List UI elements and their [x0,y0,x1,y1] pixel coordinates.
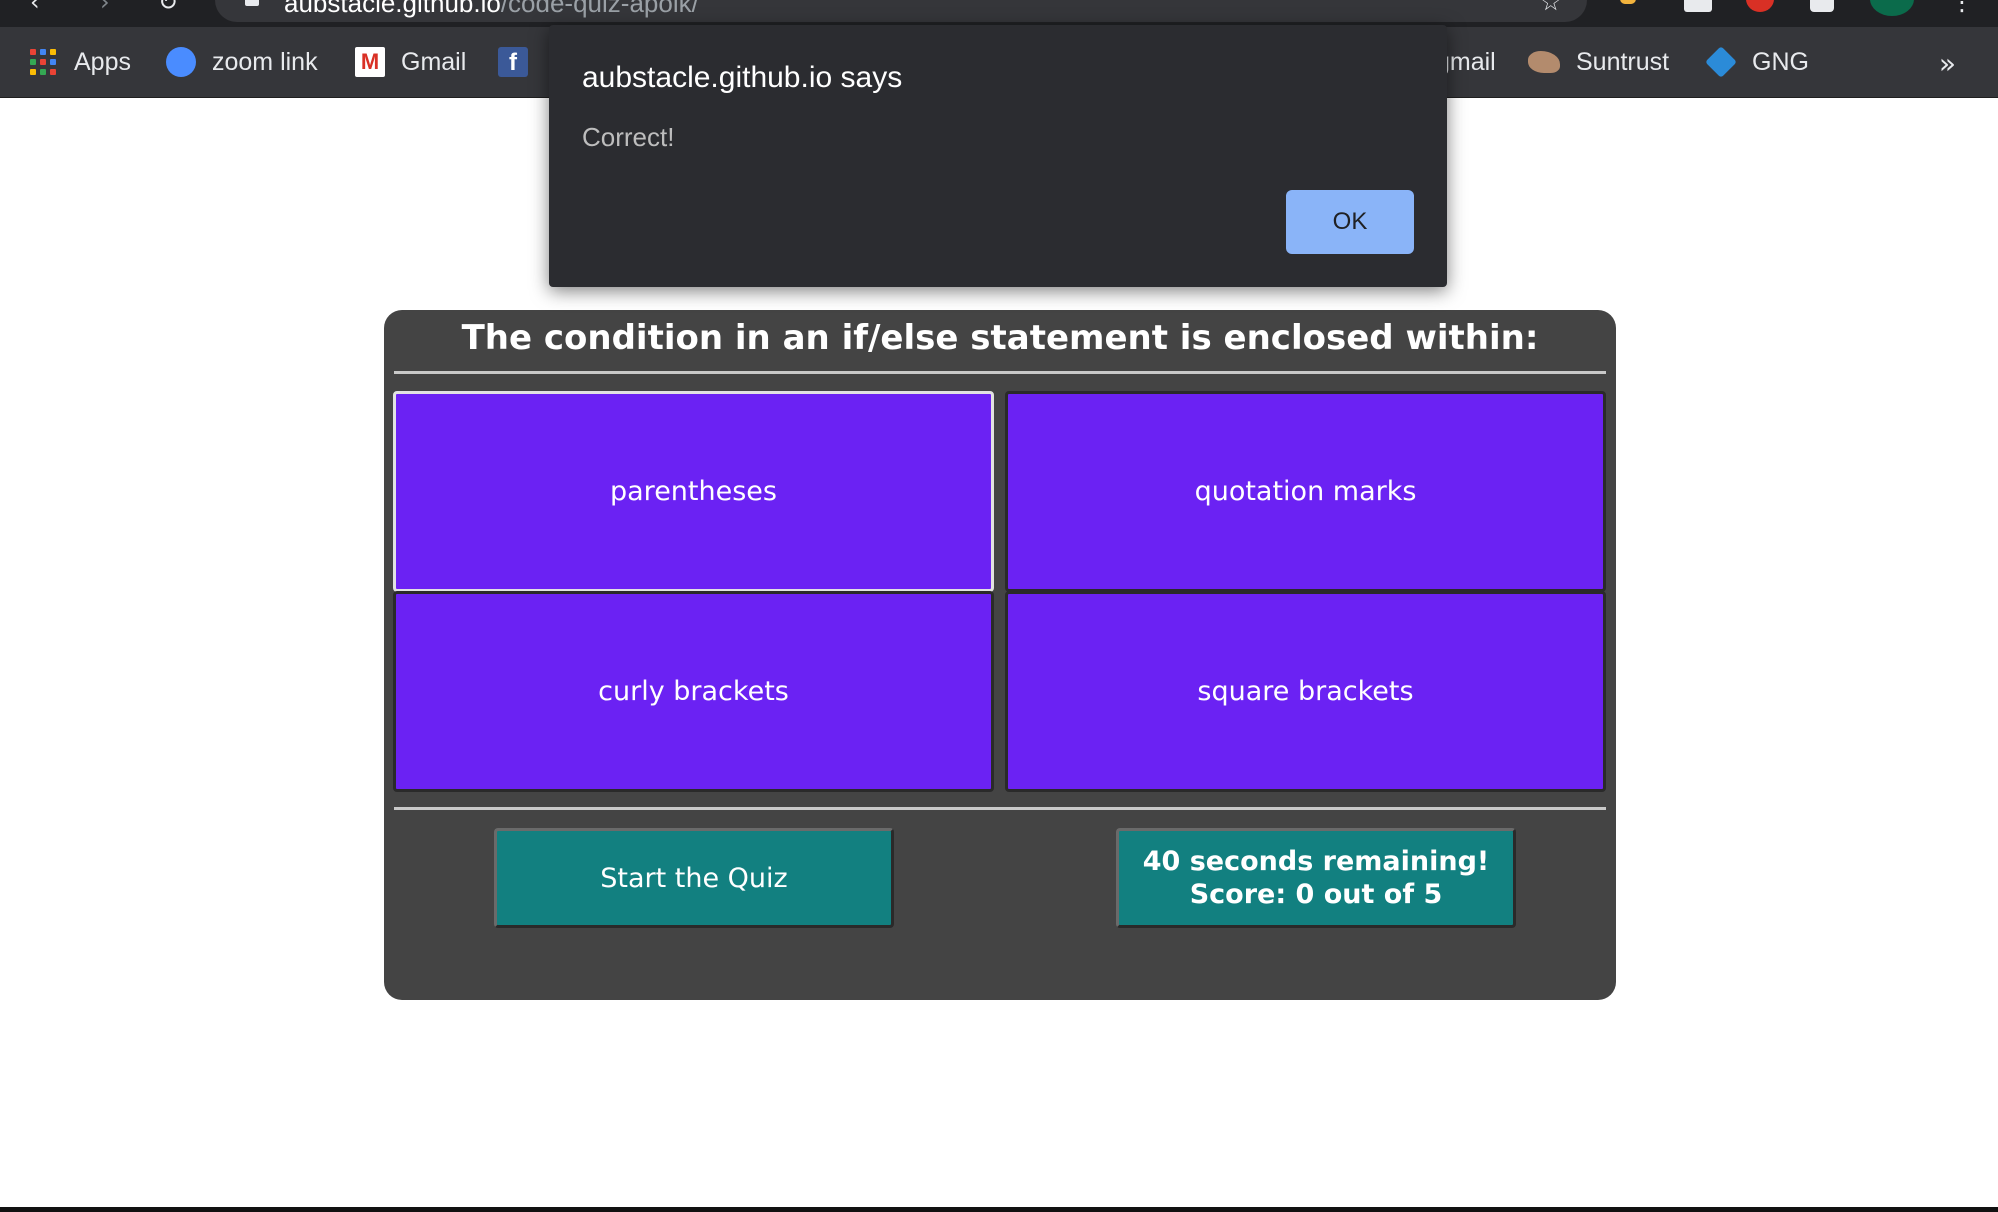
divider [394,807,1606,810]
start-quiz-button[interactable]: Start the Quiz [494,828,894,928]
bookmarks-overflow-icon[interactable]: » [1939,47,1956,80]
lock-icon [245,0,259,6]
url-text[interactable]: aubstacle.github.io/code-quiz-apoik/ [284,0,699,19]
browser-toolbar: ‹ › ↻ aubstacle.github.io/code-quiz-apoi… [0,0,1998,27]
dialog-title: aubstacle.github.io says [582,61,903,94]
answer-button-square-brackets[interactable]: square brackets [1005,591,1606,792]
back-icon[interactable]: ‹ [30,0,40,16]
question-text: The condition in an if/else statement is… [461,318,1539,358]
bookmark-label: GNG [1752,47,1809,76]
bookmark-gng[interactable]: GNG [1705,43,1809,81]
bookmark-facebook[interactable]: f [498,43,538,81]
timer-score-display: 40 seconds remaining! Score: 0 out of 5 [1116,828,1516,928]
gng-icon [1705,46,1737,78]
forward-icon[interactable]: › [100,0,110,16]
reload-icon[interactable]: ↻ [158,0,178,16]
bookmark-suntrust[interactable]: Suntrust [1528,43,1669,81]
zoom-icon [166,47,196,77]
quiz-card: The condition in an if/else statement is… [384,310,1616,1000]
bookmark-star-icon[interactable]: ☆ [1540,0,1562,16]
extension-pdf-icon[interactable] [1684,0,1712,12]
gmail-icon: M [355,47,385,77]
bookmark-label: Apps [74,47,131,76]
ok-button[interactable]: OK [1286,190,1414,254]
answer-button-parentheses[interactable]: parentheses [393,391,994,592]
bookmark-zoom-link[interactable]: zoom link [166,43,318,81]
answer-button-quotation-marks[interactable]: quotation marks [1005,391,1606,592]
answer-button-curly-brackets[interactable]: curly brackets [393,591,994,792]
extension-bulb-icon[interactable] [1620,0,1636,4]
divider [394,371,1606,374]
bookmark-gmail[interactable]: M Gmail [355,43,466,81]
bookmark-label: zoom link [212,47,318,76]
dialog-message: Correct! [582,122,675,152]
bookmark-label: Suntrust [1576,47,1670,76]
extension-adblock-icon[interactable] [1746,0,1774,12]
url-host: aubstacle.github.io [284,0,501,18]
url-path: /code-quiz-apoik/ [500,0,699,18]
extensions-puzzle-icon[interactable] [1810,0,1834,12]
facebook-icon: f [498,47,528,77]
score-text: Score: 0 out of 5 [1189,879,1443,910]
alert-dialog: aubstacle.github.io says Correct! OK [549,25,1447,287]
bookmark-label: Gmail [401,47,467,76]
bookmark-apps[interactable]: Apps [30,43,131,81]
suntrust-icon [1528,51,1560,73]
window-bottom-edge [0,1207,1998,1212]
apps-grid-icon [30,49,56,75]
time-remaining-text: 40 seconds remaining! [1142,846,1490,877]
menu-dots-icon[interactable]: ⋮ [1950,0,1974,16]
profile-avatar[interactable] [1870,0,1914,16]
